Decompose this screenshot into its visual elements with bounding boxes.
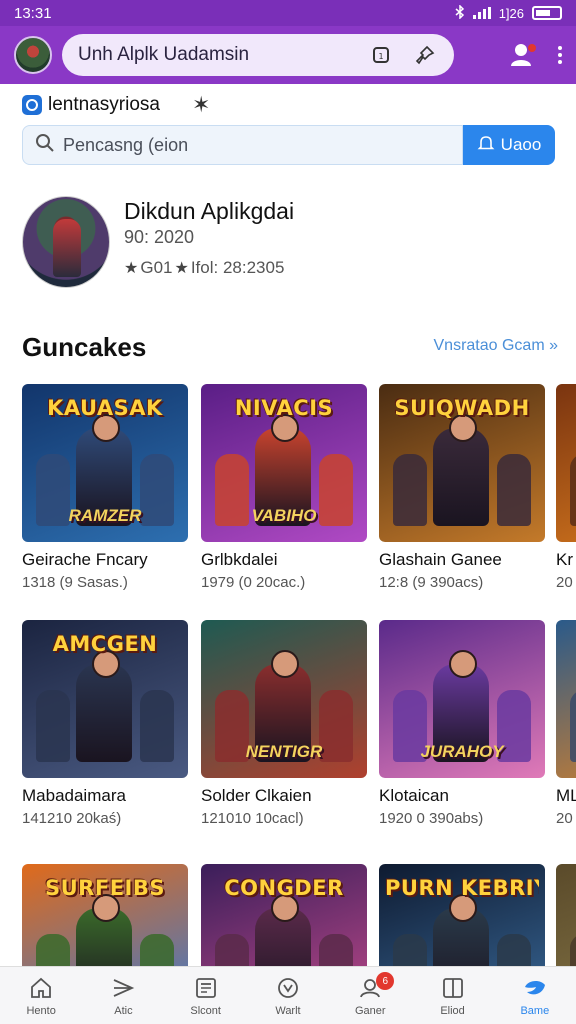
game-art-title: PURN KEBRIY — [385, 876, 539, 900]
game-title[interactable]: Solder Clkaien — [201, 786, 367, 806]
game-art-title: SUIQWADH — [394, 396, 530, 420]
send-icon — [110, 975, 136, 1001]
game-thumbnail[interactable]: JURAHOY — [379, 620, 545, 778]
nav-item-home[interactable]: Hento — [0, 967, 82, 1024]
game-art-subtitle: JURAHOY — [420, 742, 504, 761]
game-art-title: AMCGEN — [52, 632, 158, 656]
game-art-figure — [570, 454, 576, 526]
game-title[interactable]: Klotaican — [379, 786, 545, 806]
game-meta: 1318 (9 Sasas.) — [22, 574, 128, 591]
game-card[interactable]: AMCGEN Mabadaimara 141210 20kaś) — [22, 620, 188, 827]
game-card[interactable]: SUIQWADH Glashain Ganee 12:8 (9 390acs) — [379, 384, 545, 591]
nav-label: Ganer — [354, 1004, 386, 1017]
game-art-hero — [76, 650, 132, 762]
game-meta: 20 — [556, 810, 573, 827]
game-art-title: NIVACIS — [234, 396, 334, 420]
game-meta: 121010 10cacl) — [201, 810, 304, 827]
nav-label: Slcont — [190, 1004, 221, 1017]
nav-item-send[interactable]: Atic — [82, 967, 164, 1024]
game-art-figure — [570, 690, 576, 762]
game-title[interactable]: Kr — [556, 550, 576, 570]
game-title[interactable]: Grlbkdalei — [201, 550, 367, 570]
game-art-subtitle: NENTIGR — [245, 742, 323, 761]
game-meta: 1979 (0 20cac.) — [201, 574, 306, 591]
game-art-subtitle: VABIHO — [251, 506, 317, 525]
game-art-figure — [140, 690, 174, 762]
game-thumbnail[interactable]: NIVACIS VABIHO — [201, 384, 367, 542]
game-grid: KAUASAK RAMZER Geirache Fncary 1318 (9 Sasa… — [0, 0, 576, 1024]
game-card[interactable]: JURAHOY Klotaican 1920 0 390abs) — [379, 620, 545, 827]
game-art-subtitle: RAMZER — [68, 506, 142, 525]
game-thumbnail[interactable]: KAUASAK RAMZER — [22, 384, 188, 542]
nav-item-book[interactable]: Eliod — [411, 967, 493, 1024]
game-meta: 12:8 (9 390acs) — [379, 574, 484, 591]
game-thumbnail[interactable] — [556, 384, 576, 542]
nav-label: Hento — [26, 1004, 56, 1017]
nav-label: Atic — [114, 1004, 133, 1017]
game-card[interactable]: Kr 20 — [556, 384, 576, 591]
bottom-nav: Hento Atic Slcont Warlt Ganer 6 Eliod Bame — [0, 966, 576, 1024]
game-art-figure — [36, 690, 70, 762]
notification-badge: 6 — [376, 972, 395, 990]
game-thumbnail[interactable]: NENTIGR — [201, 620, 367, 778]
app-root: 13:31 1]26 Unh Alplk Uadamsin 1 lentnasy… — [0, 0, 576, 1024]
nav-label: Eliod — [440, 1004, 465, 1017]
game-thumbnail[interactable] — [556, 620, 576, 778]
game-thumbnail[interactable]: SUIQWADH — [379, 384, 545, 542]
game-art-figure — [497, 454, 531, 526]
nav-label: Bame — [520, 1004, 550, 1017]
game-title[interactable]: Mabadaimara — [22, 786, 188, 806]
game-art-title: CONGDER — [224, 876, 344, 900]
game-title[interactable]: Geirache Fncary — [22, 550, 188, 570]
game-card[interactable]: NENTIGR Solder Clkaien 121010 10cacl) — [201, 620, 367, 827]
game-art-title: KAUASAK — [47, 396, 163, 420]
compass-icon — [275, 975, 301, 1001]
game-card[interactable]: KAUASAK RAMZER Geirache Fncary 1318 (9 Sasa… — [22, 384, 188, 591]
nav-item-profile[interactable]: Ganer 6 — [329, 967, 411, 1024]
game-card[interactable]: NIVACIS VABIHO Grlbkdalei 1979 (0 20cac.) — [201, 384, 367, 591]
game-meta: 141210 20kaś) — [22, 810, 122, 827]
nav-item-news[interactable]: Slcont — [165, 967, 247, 1024]
book-icon — [440, 975, 466, 1001]
home-icon — [28, 975, 54, 1001]
game-icon — [522, 975, 548, 1001]
nav-item-compass[interactable]: Warlt — [247, 967, 329, 1024]
game-title[interactable]: Glashain Ganee — [379, 550, 545, 570]
nav-item-game[interactable]: Bame — [494, 967, 576, 1024]
game-meta: 1920 0 390abs) — [379, 810, 484, 827]
game-title[interactable]: ML — [556, 786, 576, 806]
game-art-hero — [433, 414, 489, 526]
game-art-title: SURFEIBS — [45, 876, 165, 900]
nav-label: Warlt — [275, 1004, 301, 1017]
game-thumbnail[interactable]: AMCGEN — [22, 620, 188, 778]
news-icon — [193, 975, 219, 1001]
game-art-figure — [393, 454, 427, 526]
game-card[interactable]: ML 20 — [556, 620, 576, 827]
game-meta: 20 — [556, 574, 573, 591]
